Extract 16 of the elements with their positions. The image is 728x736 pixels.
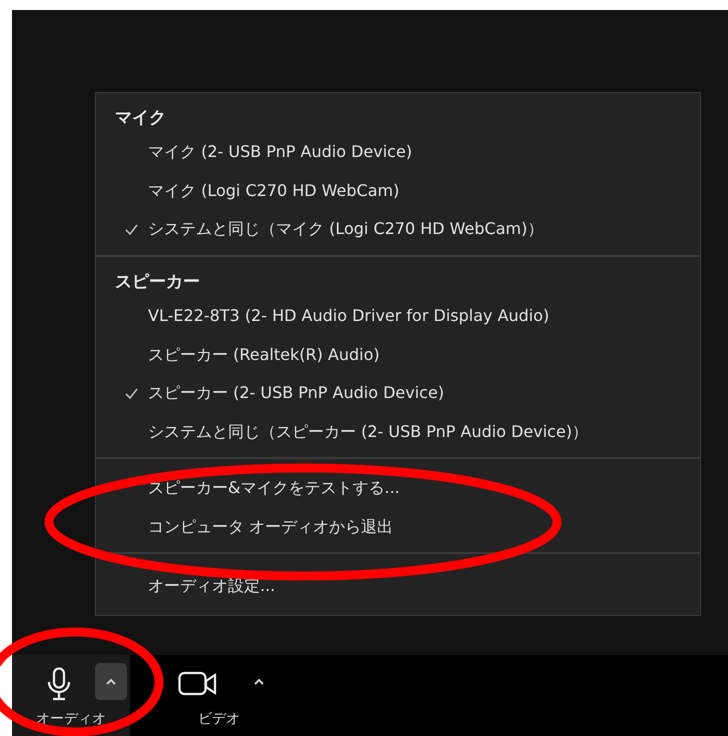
section-heading: スピーカー — [115, 270, 200, 294]
menu-item[interactable]: スピーカー (2- USB PnP Audio Device) — [148, 381, 444, 406]
video-button[interactable]: ビデオ — [160, 655, 278, 736]
caret-icon[interactable] — [95, 663, 127, 700]
menu-item[interactable]: オーディオ設定... — [148, 574, 276, 598]
menu-item[interactable]: スピーカー (Realtek(R) Audio) — [148, 342, 380, 367]
menu-item[interactable]: VL-E22-8T3 (2- HD Audio Driver for Display Audio) — [148, 304, 550, 328]
microphone-icon — [46, 667, 72, 701]
menu-item[interactable]: スピーカー&マイクをテストする... — [148, 476, 400, 500]
menu-item[interactable]: システムと同じ（スピーカー (2- USB PnP Audio Device)） — [148, 420, 588, 444]
menu-item[interactable]: コンピュータ オーディオから退出 — [148, 515, 394, 540]
menu-item[interactable]: マイク (Logi C270 HD WebCam) — [148, 178, 400, 203]
menu-item[interactable]: マイク (2- USB PnP Audio Device) — [148, 140, 412, 164]
menu-item[interactable]: システムと同じ（マイク (Logi C270 HD WebCam)） — [148, 217, 544, 242]
section-heading: マイク — [115, 107, 166, 130]
video-camera-icon — [178, 671, 218, 697]
